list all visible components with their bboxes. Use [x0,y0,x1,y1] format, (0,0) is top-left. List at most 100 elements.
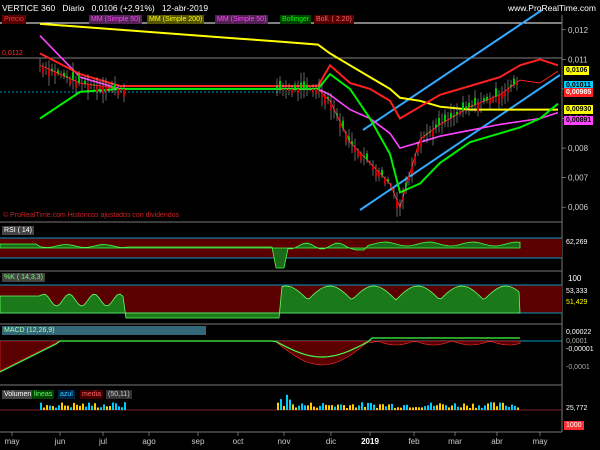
quote: 0,0106 (+2,91%) [91,3,155,13]
macd-title: MACD (12,26,9) [2,326,206,335]
vol-value-2: 1000 [564,421,584,430]
candle-body [354,147,356,153]
volume-bar [103,404,105,410]
candle-body [477,103,479,112]
price-panel [0,15,562,222]
volume-bar [496,406,498,410]
x-tick-label: jul [98,437,107,446]
x-tick-label: mar [448,437,462,446]
x-tick-label: sep [192,437,205,446]
volume-bar [403,405,405,410]
volume-bar [397,407,399,410]
candle-body [276,85,278,89]
price-label: 0,00985 [564,88,594,98]
legend-item-precio: Precio [2,15,26,24]
date: 12-abr-2019 [161,3,209,13]
volume-bar [490,402,492,410]
candle-body [390,185,392,188]
price-label: 0,00930 [564,104,594,114]
volume-bar [46,405,48,410]
candle-body [339,121,341,129]
volume-bar [433,405,435,410]
volume-bar [514,405,516,410]
candle-body [411,166,413,174]
candle-body [447,119,449,121]
candle-body [45,67,47,69]
volume-bar [112,402,114,410]
volume-bar [43,407,45,410]
candle-body [414,156,416,164]
x-tick-label: 2019 [361,437,379,446]
volume-bar [40,402,42,410]
volume-bar [286,394,288,410]
chart-header: VERTICE 360 Diario 0,0106 (+2,91%) 12-ab… [2,3,208,13]
candle-body [363,155,365,157]
x-tick-label: may [4,437,19,446]
candle-body [75,81,77,88]
volume-bar [283,406,285,410]
volume-bar [361,402,363,410]
volume-bar [511,404,513,410]
candle-body [315,88,317,94]
volume-bar [517,407,519,410]
volume-bar [115,403,117,410]
candle-body [309,87,311,89]
candle-body [120,88,122,90]
legend-item-boll: Boll. ( 2.20) [314,15,354,24]
candle-body [474,97,476,105]
volume-bar [79,405,81,410]
candle-body [432,129,434,137]
volume-bar [409,407,411,410]
brand: www.ProRealTime.com [507,3,596,13]
volume-bar [58,405,60,410]
volume-bar [301,403,303,410]
volume-bar [484,405,486,410]
candle-body [399,207,401,209]
candle-body [48,69,50,77]
candle-body [96,85,98,92]
candle-body [54,71,56,76]
candle-body [504,91,506,96]
volume-bar [82,403,84,410]
candle-body [462,102,464,111]
volume-bar [331,405,333,410]
volume-bar [445,405,447,410]
candle-body [102,86,104,94]
candle-body [336,113,338,116]
candle-body [501,93,503,99]
candle-body [441,123,443,125]
candle-body [282,88,284,91]
candle-body [384,178,386,185]
candle-body [327,97,329,99]
candle-body [492,97,494,101]
candle-body [303,81,305,89]
candle-body [285,88,287,91]
candle-body [288,88,290,90]
candle-body [93,84,95,86]
candle-body [63,72,65,76]
volume-bar [292,404,294,410]
volume-bar [304,405,306,410]
candle-body [300,82,302,89]
candle-body [51,69,53,71]
candle-body [513,78,515,85]
volume-bar [481,407,483,410]
y-tick-label: 0,007 [568,174,589,183]
volume-bar [334,406,336,410]
candle-body [378,172,380,177]
candle-body [387,179,389,182]
candle-body [459,112,461,114]
volume-bar [463,403,465,410]
candle-body [444,114,446,122]
candle-body [84,80,86,84]
volume-bar [451,405,453,410]
y-tick-label: 0,008 [568,144,589,153]
volume-bar [499,402,501,410]
volume-bar [424,406,426,410]
macd-value-1: 0,00022 [564,328,594,337]
volume-bar [385,406,387,410]
chart-canvas: 0,0120,0110,0100,0090,0080,0070,006 mayj… [0,9,589,446]
volume-bar [412,407,414,410]
legend: Precio MM (Simple 50) MM (Simple 200) MM… [2,15,354,24]
candle-body [114,83,116,89]
